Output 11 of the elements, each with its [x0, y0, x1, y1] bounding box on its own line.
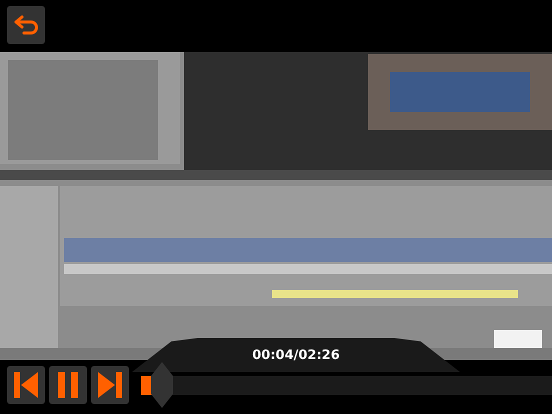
skip-forward-icon [98, 372, 122, 398]
progress-track[interactable] [141, 376, 552, 394]
scrubber-handle[interactable] [151, 362, 174, 408]
skip-back-icon [14, 372, 38, 398]
previous-button[interactable] [7, 366, 45, 404]
play-pause-button[interactable] [49, 366, 87, 404]
pause-icon [58, 372, 78, 398]
playback-time: 00:04/02:26 [252, 348, 340, 362]
back-button[interactable] [7, 6, 45, 44]
back-arrow-icon [13, 14, 39, 36]
next-button[interactable] [91, 366, 129, 404]
